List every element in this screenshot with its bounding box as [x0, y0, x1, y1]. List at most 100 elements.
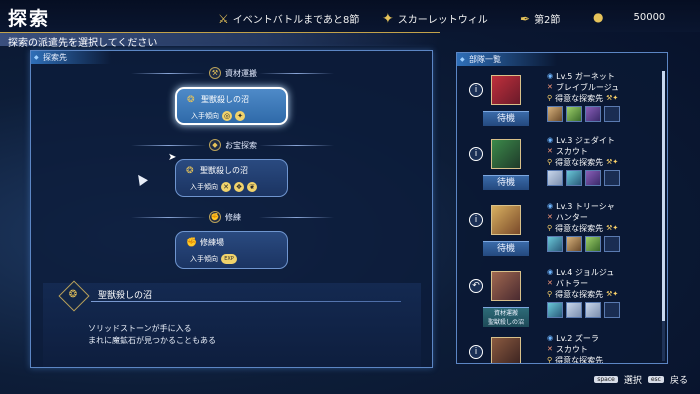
category-header-materials: ⚒ 資材運搬 [31, 67, 434, 81]
member-class: ハンター [555, 213, 588, 222]
swamp-emblem-icon: ❂ [58, 280, 90, 312]
member-level-name: Lv.5 ガーネット [556, 72, 615, 81]
state-label: 待機 [483, 241, 529, 256]
back-hint[interactable]: 戻る [670, 373, 688, 386]
preferred-destination-label: 得意な探索先 [555, 224, 604, 233]
member-level-name: Lv.3 トリーシャ [556, 202, 615, 211]
crossed-swords-icon: ⚔ [218, 11, 229, 26]
equipment-slot [547, 106, 563, 122]
equipment-slot [566, 106, 582, 122]
equipment-slot [604, 106, 620, 122]
member-class: ブレイブルージュ [555, 83, 620, 92]
recall-icon[interactable]: ↶ [469, 279, 483, 293]
esc-key-icon: esc [647, 376, 664, 383]
coins-icon: ● [593, 10, 604, 24]
control-hints: space 選択 esc 戻る [594, 373, 688, 386]
party-list-scrollbar[interactable] [662, 71, 665, 361]
equipment-slot [604, 236, 620, 252]
preferred-destination-label: 得意な探索先 [555, 356, 604, 364]
party-list-panel: 部隊一覧 i 待機 ◉Lv.5 ガーネット ✕ブレイブルージュ ⚲得意な探索先⚒… [456, 52, 668, 364]
party-member-jadeite[interactable]: i 待機 ◉ Lv.3 ジェダイト ✕ スカウト ⚲ 得意な探索先 ⚒✦ [463, 135, 659, 201]
chapter-name: スカーレットウィル [397, 15, 488, 26]
level-icon: ◉ [547, 72, 554, 80]
party-member-zura[interactable]: i ◉ Lv.2 ズーラ ✕ スカウト ⚲ 得意な探索先 [463, 333, 659, 364]
level-icon: ◉ [547, 334, 554, 342]
gold-info: ● 50000 [593, 11, 665, 23]
party-list-tab: 部隊一覧 [457, 53, 557, 66]
screen-title: 探索 [8, 8, 51, 30]
category-label: 資材運搬 [225, 68, 257, 78]
location-pin-icon: ⚲ [547, 224, 553, 232]
destination-card-materials[interactable]: ❂ 聖獣殺しの沼 入手傾向 ◎ ✦ [175, 87, 288, 125]
destination-detail: ❂ 聖獣殺しの沼 ソリッドストーンが手に入る まれに魔鉱石が見つかることもある [43, 280, 421, 367]
category-label: お宝探索 [225, 140, 257, 150]
equipment-slot [547, 170, 563, 186]
dispatch-destination: 聖獣殺しの沼 [487, 319, 524, 326]
portrait [491, 75, 521, 105]
destination-card-training[interactable]: ✊ 修練場 入手傾向 EXP [175, 231, 288, 269]
muscle-icon: ✊ [186, 237, 198, 248]
party-member-tricia[interactable]: i 待機 ◉ Lv.3 トリーシャ ✕ ハンター ⚲ 得意な探索先 ⚒✦ [463, 201, 659, 267]
turn-text: 第2節 [534, 15, 561, 26]
quill-icon: ✒ [520, 11, 531, 26]
class-icon: ✕ [547, 213, 553, 221]
location-pin-icon: ⚲ [547, 290, 553, 298]
info-icon[interactable]: i [469, 213, 483, 227]
level-icon: ◉ [547, 136, 554, 144]
top-bar: 探索 ⚔ イベントバトルまであと8節 ✦ スカーレットウィル ✒ 第2節 ● 5… [0, 0, 700, 32]
event-countdown: ⚔ イベントバトルまであと8節 [218, 11, 360, 27]
member-class: バトラー [555, 279, 589, 288]
category-header-treasure: ◆ お宝探索 [31, 139, 434, 153]
party-member-georges[interactable]: ↶ 資材運搬 聖獣殺しの沼 ◉ Lv.4 ジョルジュ ✕ バトラー ⚲ 得意な探索先 ⚒… [463, 267, 659, 333]
swamp-icon: ❂ [186, 165, 194, 176]
swamp-icon: ❂ [187, 94, 195, 105]
state-label: 待機 [483, 175, 529, 190]
yield-label: 入手傾向 [190, 183, 218, 191]
ore-icon: ◎ [222, 111, 232, 121]
equipment-slot [585, 236, 601, 252]
yield-label: 入手傾向 [191, 112, 219, 120]
weapon-icon: ✕ [221, 182, 231, 192]
member-level-name: Lv.4 ジョルジュ [556, 268, 615, 277]
selection-arrow-icon: ➤ [168, 152, 177, 163]
state-label: 待機 [483, 111, 529, 126]
portrait [491, 205, 521, 235]
event-countdown-text: イベントバトルまであと8節 [232, 15, 360, 26]
chapter-emblem-icon: ✦ [382, 10, 394, 27]
equipment-slots [547, 236, 659, 252]
member-level-name: Lv.3 ジェダイト [556, 136, 615, 145]
member-class: スカウト [555, 147, 588, 156]
equipment-slot [585, 106, 601, 122]
equipment-slots [547, 106, 659, 122]
materials-icon: ⚒ [209, 67, 221, 79]
destination-panel-tab: 探索先 [31, 51, 111, 64]
info-icon[interactable]: i [469, 345, 483, 359]
detail-line-1: ソリッドストーンが手に入る [88, 324, 192, 333]
info-icon[interactable]: i [469, 83, 483, 97]
destination-panel: 探索先 ⚒ 資材運搬 ➤ ❂ 聖獣殺しの沼 入手傾向 ◎ ✦ ◆ お宝探索 ❂ [30, 50, 433, 368]
equipment-slot [585, 170, 601, 186]
member-level-name: Lv.2 ズーラ [556, 334, 599, 343]
detail-title: 聖獣殺しの沼 [98, 291, 153, 301]
party-member-garnet[interactable]: i 待機 ◉ Lv.5 ガーネット ✕ ブレイブルージュ ⚲ 得意な探索先 ⚒✦ [463, 71, 659, 137]
select-hint[interactable]: 選択 [624, 373, 642, 386]
info-icon[interactable]: i [469, 147, 483, 161]
level-icon: ◉ [547, 202, 554, 210]
instruction-bar: 探索の派遣先を選択してください [0, 32, 440, 49]
destination-card-treasure[interactable]: ❂ 聖獣殺しの沼 入手傾向 ✕ ❖ ❦ [175, 159, 288, 197]
class-icon: ✕ [547, 147, 553, 155]
preferred-destination-label: 得意な探索先 [555, 290, 604, 299]
detail-description: ソリッドストーンが手に入る まれに魔鉱石が見つかることもある [88, 323, 216, 347]
equipment-slots [547, 302, 659, 318]
equipment-slot [566, 236, 582, 252]
equipment-slot [604, 170, 620, 186]
location-pin-icon: ⚲ [547, 94, 553, 102]
equipment-slot [547, 302, 563, 318]
preferred-destination-label: 得意な探索先 [555, 158, 604, 167]
portrait [491, 337, 521, 363]
equipment-slot [566, 302, 582, 318]
level-icon: ◉ [547, 268, 554, 276]
destination-name: 聖獣殺しの沼 [200, 166, 248, 175]
yield-label: 入手傾向 [190, 255, 218, 263]
class-icon: ✕ [547, 83, 553, 91]
